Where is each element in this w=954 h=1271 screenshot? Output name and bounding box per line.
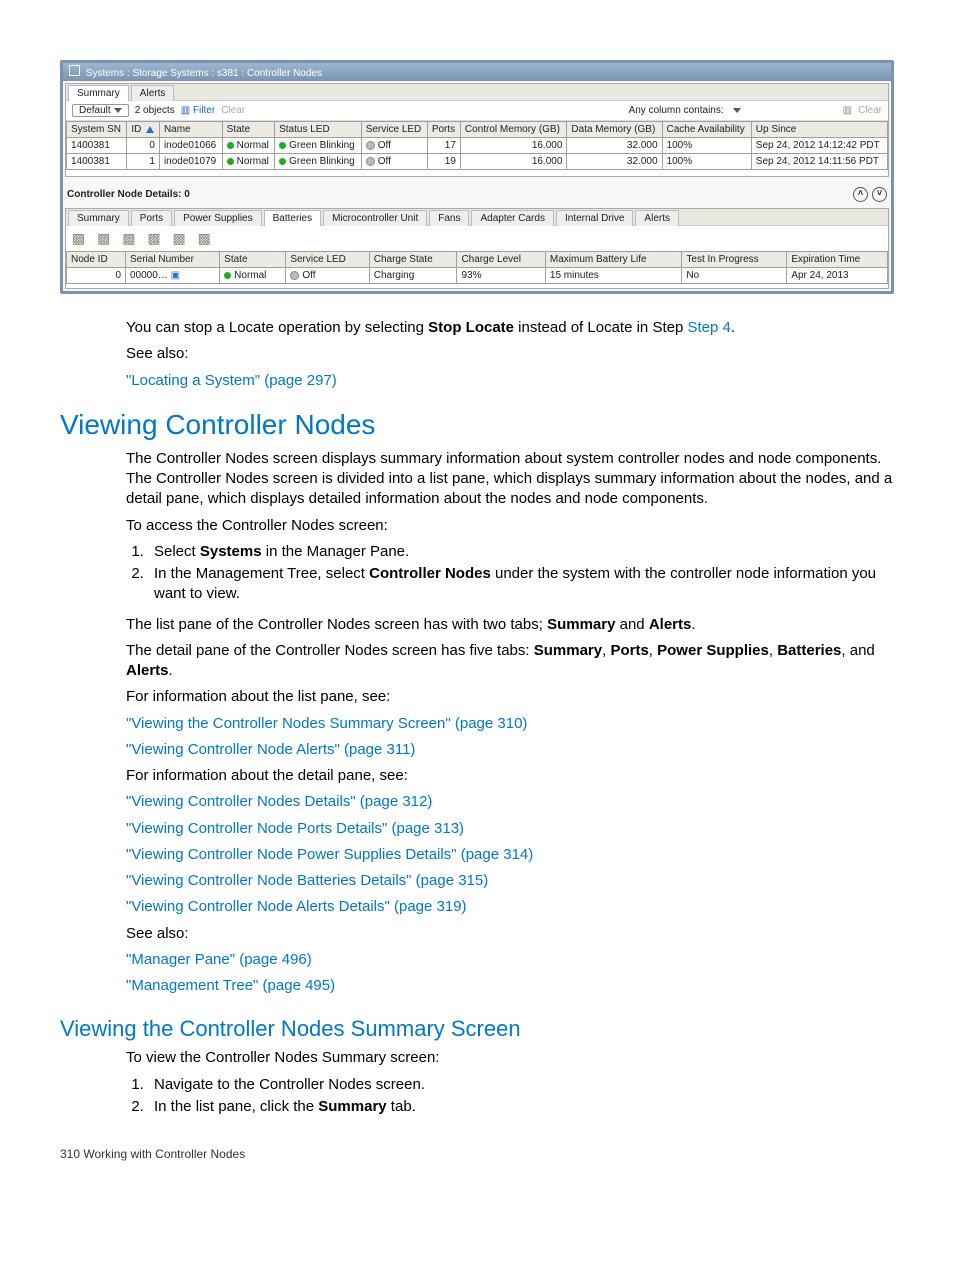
dtab-ports[interactable]: Ports: [131, 210, 172, 226]
paragraph: For information about the detail pane, s…: [126, 766, 894, 786]
detail-pane: Summary Ports Power Supplies Batteries M…: [65, 208, 889, 289]
filter-link[interactable]: ▥ Filter: [181, 105, 215, 116]
clear-link-left[interactable]: Clear: [221, 105, 245, 116]
dtab-summary[interactable]: Summary: [68, 210, 129, 226]
col-name[interactable]: Name: [159, 122, 222, 138]
link-manager-pane[interactable]: "Manager Pane" (page 496): [126, 951, 312, 968]
expand-down-icon[interactable]: ˅: [872, 187, 887, 202]
col-service-led[interactable]: Service LED: [361, 122, 427, 138]
list-toolbar: Default 2 objects ▥ Filter Clear Any col…: [66, 101, 888, 121]
tab-summary[interactable]: Summary: [68, 85, 129, 101]
caret-icon: [733, 108, 741, 113]
link-nodes-details[interactable]: "Viewing Controller Nodes Details" (page…: [126, 793, 432, 810]
col-id[interactable]: ID: [127, 122, 160, 138]
link-summary-screen[interactable]: "Viewing the Controller Nodes Summary Sc…: [126, 715, 527, 732]
col-status-led[interactable]: Status LED: [275, 122, 362, 138]
list-table: System SN ID Name State Status LED Servi…: [66, 121, 888, 170]
dtab-power-supplies[interactable]: Power Supplies: [174, 210, 261, 226]
heading-viewing-controller-nodes: Viewing Controller Nodes: [60, 409, 894, 441]
paragraph: To view the Controller Nodes Summary scr…: [126, 1048, 894, 1068]
see-also-label: See also:: [126, 344, 894, 364]
any-column-label: Any column contains:: [629, 105, 724, 116]
sort-asc-icon: [146, 126, 154, 133]
service-dot-icon: [366, 157, 375, 166]
steps-list: Navigate to the Controller Nodes screen.…: [126, 1075, 894, 1118]
dtab-adapter-cards[interactable]: Adapter Cards: [471, 210, 553, 226]
collapse-up-icon[interactable]: ˄: [853, 187, 868, 202]
list-pane: Summary Alerts Default 2 objects ▥ Filte…: [65, 83, 889, 177]
page-footer: 310 Working with Controller Nodes: [60, 1147, 894, 1161]
tab-alerts[interactable]: Alerts: [131, 85, 175, 101]
col-data-memory[interactable]: Data Memory (GB): [567, 122, 662, 138]
steps-list: Select Systems in the Manager Pane. In t…: [126, 542, 894, 605]
link-node-alerts[interactable]: "Viewing Controller Node Alerts" (page 3…: [126, 741, 415, 758]
paragraph: The Controller Nodes screen displays sum…: [126, 449, 894, 510]
table-row[interactable]: 1400381 0 inode01066 Normal Green Blinki…: [67, 138, 888, 154]
link-alerts-details[interactable]: "Viewing Controller Node Alerts Details"…: [126, 898, 467, 915]
list-item: Select Systems in the Manager Pane.: [148, 542, 894, 562]
status-dot-icon: [279, 158, 286, 165]
dtab-alerts[interactable]: Alerts: [635, 210, 679, 226]
list-item: In the Management Tree, select Controlle…: [148, 564, 894, 605]
link-locating-system[interactable]: "Locating a System" (page 297): [126, 372, 337, 389]
table-row[interactable]: 0 00000… ▣ Normal Off Charging 93% 15 mi…: [67, 268, 888, 284]
document-body: To view the Controller Nodes Summary scr…: [60, 1048, 894, 1117]
state-dot-icon: [224, 272, 231, 279]
paragraph: For information about the list pane, see…: [126, 687, 894, 707]
service-dot-icon: [366, 141, 375, 150]
paragraph: You can stop a Locate operation by selec…: [126, 318, 894, 338]
document-body: The Controller Nodes screen displays sum…: [60, 449, 894, 997]
controller-nodes-screenshot: Systems : Storage Systems : s381 : Contr…: [60, 60, 894, 294]
state-dot-icon: [227, 158, 234, 165]
dtab-internal-drive[interactable]: Internal Drive: [556, 210, 633, 226]
detail-table: Node ID Serial Number State Service LED …: [66, 251, 888, 284]
list-item: Navigate to the Controller Nodes screen.: [148, 1075, 894, 1095]
link-power-supplies-details[interactable]: "Viewing Controller Node Power Supplies …: [126, 846, 533, 863]
detail-pane-title: Controller Node Details: 0 ˄ ˅: [63, 179, 891, 206]
copy-icon[interactable]: ▣: [171, 270, 180, 281]
clear-link-right[interactable]: Clear: [858, 105, 882, 116]
col-control-memory[interactable]: Control Memory (GB): [460, 122, 566, 138]
service-dot-icon: [290, 271, 299, 280]
link-step4[interactable]: Step 4: [687, 319, 730, 336]
see-also-label: See also:: [126, 924, 894, 944]
table-header-row: Node ID Serial Number State Service LED …: [67, 252, 888, 268]
detail-tabs: Summary Ports Power Supplies Batteries M…: [66, 209, 888, 226]
list-tabs: Summary Alerts: [66, 84, 888, 101]
breadcrumb: Systems : Storage Systems : s381 : Contr…: [63, 63, 891, 81]
dtab-mcu[interactable]: Microcontroller Unit: [323, 210, 427, 226]
status-dot-icon: [279, 142, 286, 149]
document-body: You can stop a Locate operation by selec…: [60, 318, 894, 391]
table-header-row: System SN ID Name State Status LED Servi…: [67, 122, 888, 138]
paragraph: To access the Controller Nodes screen:: [126, 516, 894, 536]
view-dropdown[interactable]: Default: [72, 104, 129, 117]
col-system-sn[interactable]: System SN: [67, 122, 127, 138]
detail-icon-row: ▩ ▩ ▩ ▩ ▩ ▩: [72, 230, 882, 247]
link-management-tree[interactable]: "Management Tree" (page 495): [126, 977, 335, 994]
link-ports-details[interactable]: "Viewing Controller Node Ports Details" …: [126, 820, 464, 837]
list-item: In the list pane, click the Summary tab.: [148, 1097, 894, 1117]
link-batteries-details[interactable]: "Viewing Controller Node Batteries Detai…: [126, 872, 488, 889]
object-count: 2 objects: [135, 105, 175, 116]
caret-icon: [114, 108, 122, 113]
dtab-batteries[interactable]: Batteries: [264, 210, 321, 226]
heading-summary-screen: Viewing the Controller Nodes Summary Scr…: [60, 1016, 894, 1042]
col-ports[interactable]: Ports: [427, 122, 460, 138]
state-dot-icon: [227, 142, 234, 149]
col-up-since[interactable]: Up Since: [751, 122, 887, 138]
dtab-fans[interactable]: Fans: [429, 210, 469, 226]
paragraph: The list pane of the Controller Nodes sc…: [126, 615, 894, 635]
col-state[interactable]: State: [222, 122, 274, 138]
table-row[interactable]: 1400381 1 inode01079 Normal Green Blinki…: [67, 154, 888, 170]
col-cache[interactable]: Cache Availability: [662, 122, 751, 138]
paragraph: The detail pane of the Controller Nodes …: [126, 641, 894, 682]
